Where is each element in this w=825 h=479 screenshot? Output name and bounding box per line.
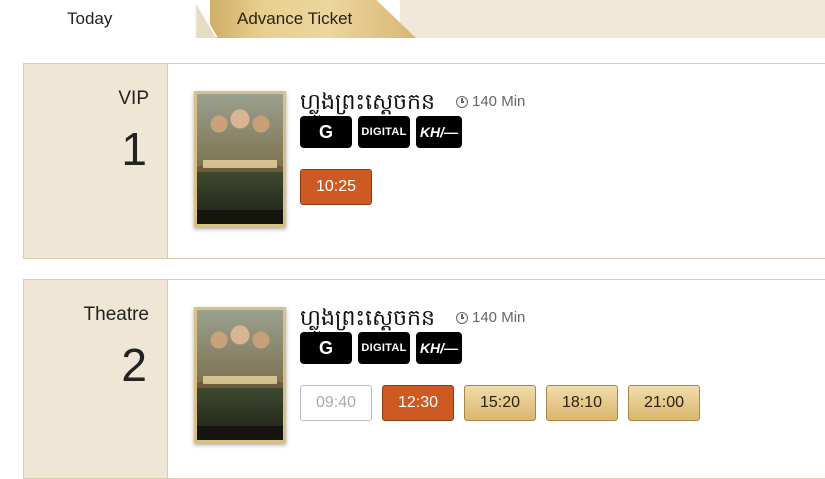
tab-advance-ticket-label: Advance Ticket (237, 9, 353, 28)
hall-row: Theatre 2 ហ្លួងព្រះស្ដេចកន 140 Min G DIG… (23, 279, 825, 479)
showtime-button[interactable]: 12:30 (382, 385, 454, 421)
tab-today-label: Today (67, 9, 113, 28)
tab-bar-background (400, 0, 825, 38)
clock-icon (456, 311, 468, 324)
format-badge: DIGITAL (358, 116, 410, 148)
format-badge: DIGITAL (358, 332, 410, 364)
movie-poster[interactable] (194, 91, 286, 227)
duration-text: 140 Min (472, 309, 526, 326)
language-badge: KH/— (416, 332, 462, 364)
hall-info: VIP 1 (24, 64, 168, 258)
movie-poster[interactable] (194, 307, 286, 443)
movie-duration: 140 Min (456, 309, 525, 326)
hall-type: Theatre (83, 304, 149, 325)
hall-number: 2 (121, 339, 147, 391)
showtime-button[interactable]: 18:10 (546, 385, 618, 421)
hall-number: 1 (121, 123, 147, 175)
movie-badges: G DIGITAL KH/— (300, 332, 462, 364)
hall-row: VIP 1 ហ្លួងព្រះស្ដេចកន 140 Min G DIGITAL… (23, 63, 825, 259)
hall-type: VIP (118, 88, 149, 109)
rating-badge: G (300, 332, 352, 364)
showtime-list: 09:40 12:30 15:20 18:10 21:00 (300, 385, 700, 421)
movie-badges: G DIGITAL KH/— (300, 116, 462, 148)
hall-info: Theatre 2 (24, 280, 168, 478)
movie-duration: 140 Min (456, 93, 525, 110)
showtime-list: 10:25 (300, 169, 372, 205)
rating-badge: G (300, 116, 352, 148)
showtime-tabs: Advance Ticket Today (0, 0, 825, 38)
tab-today[interactable]: Today (0, 0, 216, 38)
showtime-button[interactable]: 10:25 (300, 169, 372, 205)
tab-advance-ticket[interactable]: Advance Ticket (196, 0, 416, 38)
clock-icon (456, 95, 468, 108)
language-badge: KH/— (416, 116, 462, 148)
showtime-button[interactable]: 21:00 (628, 385, 700, 421)
showtime-button[interactable]: 15:20 (464, 385, 536, 421)
duration-text: 140 Min (472, 93, 526, 110)
showtime-button[interactable]: 09:40 (300, 385, 372, 421)
